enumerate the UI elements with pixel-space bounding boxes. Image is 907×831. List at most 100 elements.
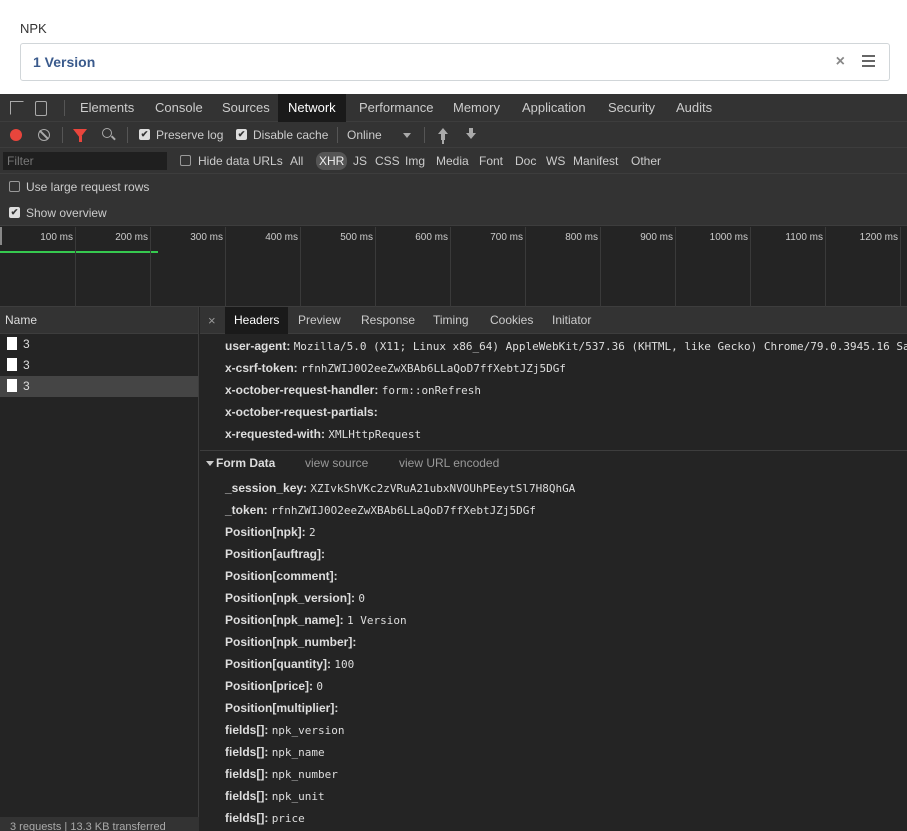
timeline-gridline (300, 227, 301, 307)
close-icon[interactable]: × (208, 313, 216, 328)
tab-security[interactable]: Security (598, 94, 665, 122)
filter-type-doc[interactable]: Doc (512, 152, 539, 170)
request-row[interactable]: 3 (0, 355, 198, 376)
tab-audits[interactable]: Audits (666, 94, 722, 122)
request-row-selected[interactable]: 3 (0, 376, 198, 397)
overview-request-bar (0, 251, 158, 253)
detail-tab-headers[interactable]: Headers (225, 307, 289, 334)
hide-data-urls-checkbox[interactable] (180, 155, 191, 166)
chevron-down-icon[interactable] (403, 133, 411, 138)
filter-type-all[interactable]: All (287, 152, 306, 170)
list-icon[interactable] (862, 55, 875, 67)
tab-console[interactable]: Console (145, 94, 213, 122)
form-data-row-key: Position[npk_version]: (225, 591, 356, 605)
inspect-element-icon[interactable] (10, 101, 24, 115)
hide-data-urls-label: Hide data URLs (198, 154, 283, 168)
device-toolbar-icon[interactable] (35, 101, 47, 116)
filter-type-css[interactable]: CSS (372, 152, 403, 170)
timeline-overview[interactable]: 100 ms 200 ms 300 ms 400 ms 500 ms 600 ms 700 … (0, 227, 907, 307)
name-column-header[interactable]: Name (0, 307, 198, 334)
overview-cursor[interactable] (0, 227, 2, 245)
filter-type-xhr[interactable]: XHR (316, 152, 348, 170)
request-name: 3 (23, 358, 30, 372)
clear-icon[interactable]: × (836, 53, 845, 71)
export-har-icon[interactable] (465, 128, 477, 142)
form-data-row: Position[auftrag]: (225, 543, 325, 565)
filter-type-ws[interactable]: WS (543, 152, 568, 170)
header-row-key: x-october-request-partials: (225, 405, 378, 419)
tab-performance[interactable]: Performance (349, 94, 443, 122)
tab-sources[interactable]: Sources (212, 94, 280, 122)
request-name: 3 (23, 379, 30, 393)
triangle-down-icon[interactable] (206, 461, 214, 466)
preserve-log-checkbox[interactable]: ✔ (139, 129, 150, 140)
npk-field-label: NPK (20, 21, 47, 36)
filter-type-manifest[interactable]: Manifest (570, 152, 621, 170)
form-data-section-header[interactable]: Form Data view source view URL encoded (200, 450, 907, 474)
import-har-icon[interactable] (437, 128, 449, 142)
form-data-row: _token: rfnhZWIJ0O2eeZwXBAb6LLaQoD7ffXeb… (225, 499, 536, 521)
npk-select[interactable]: 1 Version × (20, 43, 890, 81)
form-data-row-value: 1 Version (347, 614, 407, 627)
show-overview-checkbox[interactable]: ✔ (9, 207, 20, 218)
header-row-key: x-october-request-handler: (225, 383, 379, 397)
view-url-encoded-link[interactable]: view URL encoded (399, 451, 499, 475)
devtools-panel: Elements Console Sources Network Perform… (0, 94, 907, 831)
timeline-gridline (150, 227, 151, 307)
form-data-row: Position[npk_name]: 1 Version (225, 609, 407, 631)
timeline-tick-label: 900 ms (640, 232, 673, 243)
detail-tab-response[interactable]: Response (352, 307, 424, 334)
form-data-row-key: fields[]: (225, 767, 269, 781)
filter-bar: Hide data URLs All XHR JS CSS Img Media … (0, 148, 907, 174)
form-data-row: Position[comment]: (225, 565, 338, 587)
timeline-gridline (750, 227, 751, 307)
request-name: 3 (23, 337, 30, 351)
filter-type-img[interactable]: Img (402, 152, 428, 170)
filter-type-other[interactable]: Other (628, 152, 664, 170)
tab-memory[interactable]: Memory (443, 94, 510, 122)
timeline-tick-label: 800 ms (565, 232, 598, 243)
large-rows-label: Use large request rows (26, 180, 150, 194)
form-data-row: fields[]: npk_number (225, 763, 338, 785)
header-row: x-october-request-partials: (225, 401, 378, 423)
detail-tab-cookies[interactable]: Cookies (481, 307, 542, 334)
form-data-title: Form Data (216, 456, 276, 470)
timeline-tick-label: 1100 ms (785, 232, 823, 243)
timeline-tick-label: 1200 ms (859, 232, 898, 243)
form-data-row-key: Position[auftrag]: (225, 547, 325, 561)
filter-icon[interactable] (73, 129, 87, 142)
timeline-gridline (900, 227, 901, 307)
search-icon[interactable] (102, 128, 112, 138)
filter-type-font[interactable]: Font (476, 152, 506, 170)
request-row[interactable]: 3 (0, 334, 198, 355)
tab-network[interactable]: Network (278, 94, 346, 122)
form-data-row-value: 100 (334, 658, 355, 671)
option-row-large-rows: Use large request rows (0, 174, 907, 200)
header-row-value: form::onRefresh (381, 384, 482, 397)
header-row-key: user-agent: (225, 339, 291, 353)
tab-application[interactable]: Application (512, 94, 596, 122)
form-data-row: Position[quantity]: 100 (225, 653, 354, 675)
disable-cache-label: Disable cache (253, 128, 329, 142)
detail-tab-initiator[interactable]: Initiator (543, 307, 600, 334)
timeline-gridline (525, 227, 526, 307)
record-icon[interactable] (10, 129, 22, 141)
view-source-link[interactable]: view source (305, 451, 368, 475)
large-rows-checkbox[interactable] (9, 181, 20, 192)
form-data-row-value: 2 (309, 526, 316, 539)
detail-tab-preview[interactable]: Preview (289, 307, 350, 334)
header-row: x-october-request-handler: form::onRefre… (225, 379, 481, 401)
header-row: x-csrf-token: rfnhZWIJ0O2eeZwXBAb6LLaQoD… (225, 357, 566, 379)
form-data-row-key: fields[]: (225, 723, 269, 737)
throttle-select[interactable]: Online (347, 122, 382, 148)
detail-tab-timing[interactable]: Timing (424, 307, 478, 334)
tab-elements[interactable]: Elements (70, 94, 144, 122)
filter-type-js[interactable]: JS (350, 152, 370, 170)
header-row: x-requested-with: XMLHttpRequest (225, 423, 421, 445)
timeline-tick-label: 500 ms (340, 232, 373, 243)
form-data-row-key: Position[quantity]: (225, 657, 331, 671)
filter-input[interactable] (3, 152, 167, 170)
disable-cache-checkbox[interactable]: ✔ (236, 129, 247, 140)
filter-type-media[interactable]: Media (433, 152, 472, 170)
clear-log-icon[interactable] (38, 129, 50, 141)
